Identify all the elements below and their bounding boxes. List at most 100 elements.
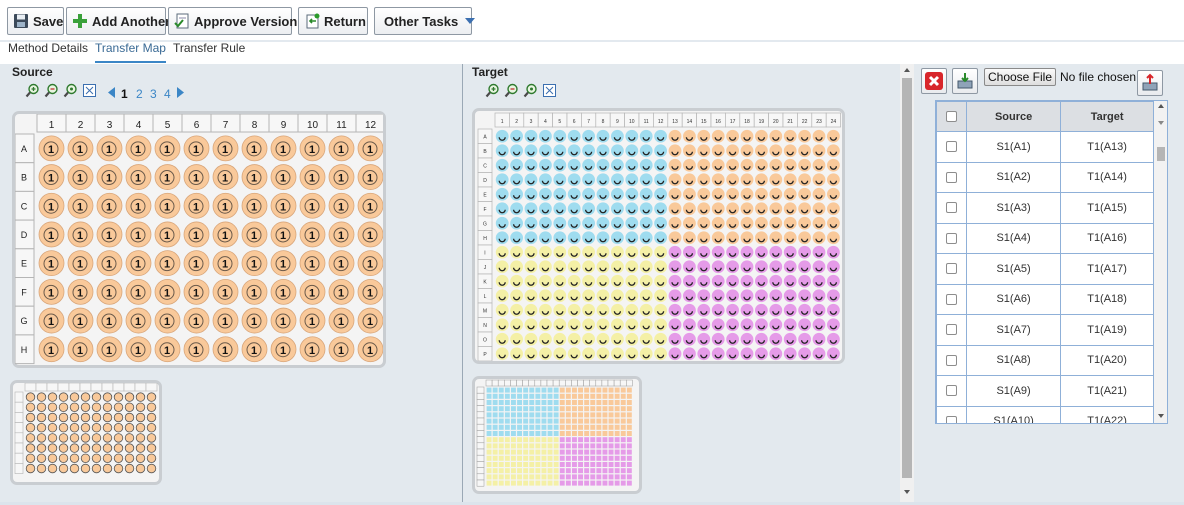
target-well[interactable] <box>553 173 567 187</box>
target-well[interactable] <box>683 274 696 288</box>
target-well[interactable] <box>812 318 826 332</box>
target-well[interactable] <box>755 274 768 288</box>
source-well[interactable]: 1 <box>270 192 297 219</box>
source-next-page-button[interactable] <box>176 86 186 102</box>
target-well[interactable] <box>783 202 797 216</box>
target-well[interactable] <box>726 260 739 274</box>
source-zoom-out-button[interactable] <box>44 83 59 98</box>
target-well[interactable] <box>740 202 754 216</box>
source-page-1[interactable]: 1 <box>121 87 128 101</box>
target-fit-to-view-button[interactable] <box>542 83 557 98</box>
target-well[interactable] <box>582 347 595 361</box>
source-well[interactable]: 1 <box>241 278 268 305</box>
target-well[interactable] <box>827 144 840 158</box>
target-well[interactable] <box>553 318 567 332</box>
source-well[interactable]: 1 <box>125 278 152 305</box>
row-select-cell[interactable] <box>936 253 967 285</box>
source-well[interactable]: 1 <box>154 221 181 248</box>
target-well[interactable] <box>726 158 739 172</box>
target-well[interactable] <box>654 274 667 288</box>
target-well[interactable] <box>812 260 826 274</box>
target-well[interactable] <box>726 303 739 317</box>
target-well[interactable] <box>697 144 711 158</box>
source-well[interactable]: 1 <box>241 221 268 248</box>
target-well[interactable] <box>611 158 624 172</box>
target-well[interactable] <box>783 187 797 201</box>
target-well[interactable] <box>726 332 739 346</box>
target-well[interactable] <box>611 289 624 303</box>
target-well[interactable] <box>668 144 682 158</box>
target-well[interactable] <box>654 245 667 259</box>
source-page-2[interactable]: 2 <box>136 87 143 101</box>
source-well[interactable]: 1 <box>328 278 355 305</box>
target-well[interactable] <box>740 260 754 274</box>
target-well[interactable] <box>726 274 739 288</box>
target-well[interactable] <box>827 332 840 346</box>
target-well[interactable] <box>812 245 826 259</box>
target-well[interactable] <box>567 216 581 230</box>
target-well[interactable] <box>582 129 595 143</box>
source-page-3[interactable]: 3 <box>150 87 157 101</box>
target-well[interactable] <box>827 202 840 216</box>
return-button[interactable]: Return <box>298 7 368 35</box>
source-well[interactable]: 1 <box>96 307 123 334</box>
target-well[interactable] <box>740 332 754 346</box>
target-well[interactable] <box>683 245 696 259</box>
target-well[interactable] <box>827 303 840 317</box>
target-well[interactable] <box>495 202 509 216</box>
target-well[interactable] <box>553 347 567 361</box>
target-well[interactable] <box>755 303 768 317</box>
target-well[interactable] <box>582 216 595 230</box>
mapping-row[interactable]: S1(A8) T1(A20) <box>936 344 1154 376</box>
target-well[interactable] <box>639 274 653 288</box>
target-well[interactable] <box>495 274 509 288</box>
target-well[interactable] <box>812 303 826 317</box>
source-well[interactable]: 1 <box>241 250 268 277</box>
target-well[interactable] <box>582 202 595 216</box>
target-well[interactable] <box>567 202 581 216</box>
target-well[interactable] <box>654 129 667 143</box>
target-well[interactable] <box>567 187 581 201</box>
target-well[interactable] <box>596 347 610 361</box>
target-well[interactable] <box>798 260 811 274</box>
source-well[interactable]: 1 <box>299 221 326 248</box>
mapping-row[interactable]: S1(A9) T1(A21) <box>936 375 1154 407</box>
source-well[interactable]: 1 <box>270 307 297 334</box>
source-well[interactable]: 1 <box>357 250 384 277</box>
target-well[interactable] <box>654 187 667 201</box>
row-checkbox[interactable] <box>946 202 957 214</box>
target-well[interactable] <box>798 332 811 346</box>
target-well[interactable] <box>553 289 567 303</box>
target-well[interactable] <box>611 173 624 187</box>
source-well[interactable]: 1 <box>96 221 123 248</box>
target-well[interactable] <box>654 173 667 187</box>
target-well[interactable] <box>553 187 567 201</box>
source-well[interactable]: 1 <box>183 278 210 305</box>
target-well[interactable] <box>495 216 509 230</box>
mapping-row[interactable]: S1(A4) T1(A16) <box>936 222 1154 254</box>
source-well[interactable]: 1 <box>67 135 94 162</box>
target-well[interactable] <box>567 231 581 245</box>
target-well[interactable] <box>683 318 696 332</box>
target-well[interactable] <box>769 202 783 216</box>
source-well[interactable]: 1 <box>38 135 65 162</box>
row-select-cell[interactable] <box>936 405 967 423</box>
target-well[interactable] <box>812 144 826 158</box>
target-well[interactable] <box>510 216 523 230</box>
target-well[interactable] <box>812 347 826 361</box>
target-well[interactable] <box>539 158 552 172</box>
target-well[interactable] <box>639 129 653 143</box>
row-checkbox[interactable] <box>946 263 957 275</box>
source-well[interactable]: 1 <box>154 192 181 219</box>
target-well[interactable] <box>769 231 783 245</box>
source-well[interactable]: 1 <box>154 307 181 334</box>
target-well[interactable] <box>740 245 754 259</box>
target-well[interactable] <box>798 144 811 158</box>
target-well[interactable] <box>697 187 711 201</box>
target-well[interactable] <box>769 158 783 172</box>
source-fit-to-view-button[interactable] <box>82 83 97 98</box>
target-well[interactable] <box>769 347 783 361</box>
target-well[interactable] <box>654 202 667 216</box>
target-well[interactable] <box>711 289 725 303</box>
target-well[interactable] <box>625 332 639 346</box>
